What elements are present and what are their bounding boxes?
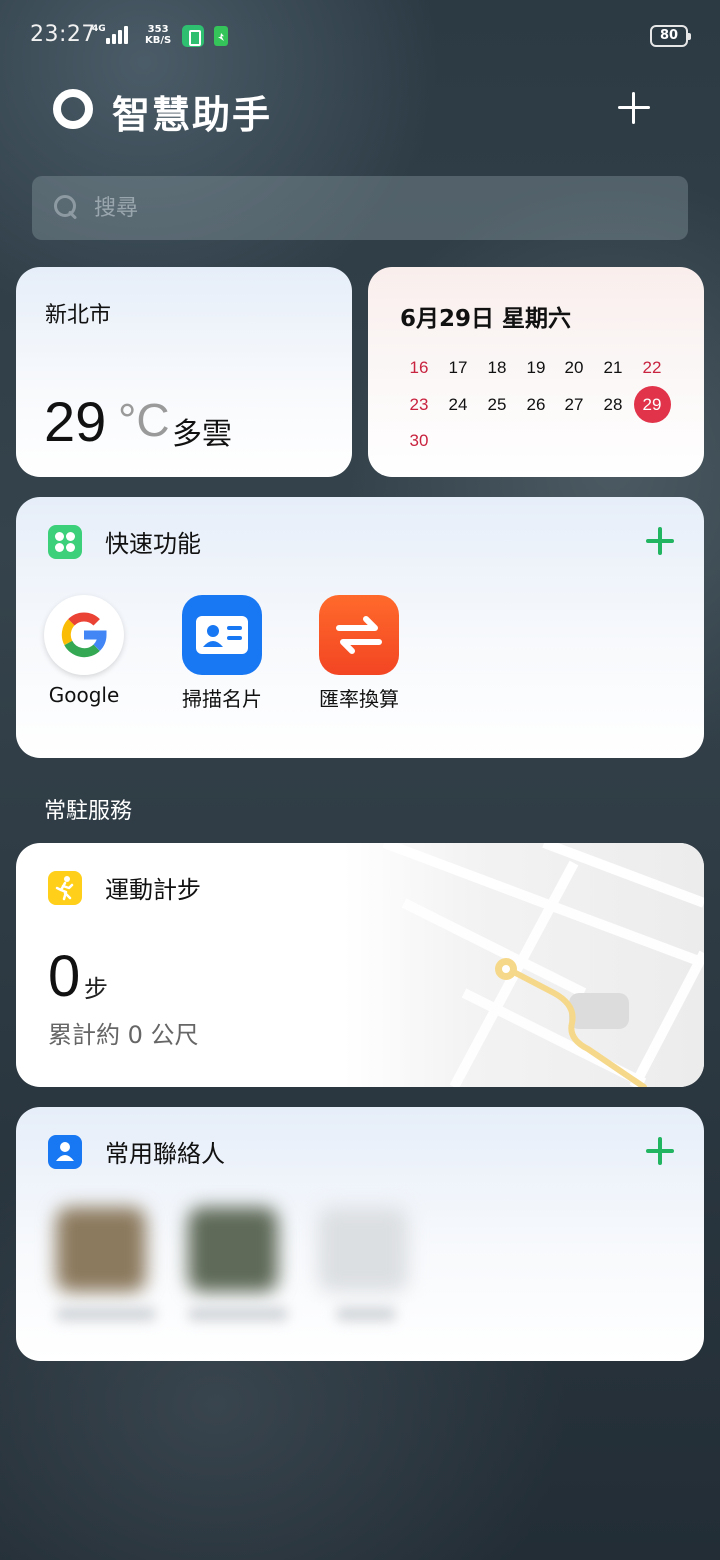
network-speed: 353 KB/S: [145, 24, 171, 46]
calendar-day[interactable]: 18: [478, 351, 516, 385]
phone-status-icon: [182, 25, 204, 47]
map-illustration: [344, 843, 704, 1087]
calendar-day[interactable]: 30: [400, 424, 438, 458]
frequent-contacts-title: 常用聯絡人: [105, 1140, 225, 1168]
contact-icon: [48, 1135, 82, 1169]
contact-name: [188, 1307, 288, 1321]
weather-card[interactable]: 新北市 29 °C 多雲: [16, 267, 352, 477]
network-speed-unit: KB/S: [145, 35, 172, 46]
add-contact-button[interactable]: [646, 1137, 674, 1165]
business-card-icon: [182, 595, 262, 675]
calendar-day[interactable]: 19: [517, 351, 555, 385]
weather-city: 新北市: [45, 303, 112, 328]
step-distance: 累計約 0 公尺: [48, 1021, 199, 1049]
calendar-day[interactable]: 24: [439, 388, 477, 422]
step-unit: 步: [84, 975, 108, 1003]
step-count: 0: [48, 944, 81, 1009]
contact-avatar[interactable]: [188, 1207, 278, 1292]
app-label: 掃描名片: [182, 687, 262, 711]
calendar-day-today[interactable]: 29: [633, 386, 671, 423]
page-title: 智慧助手: [112, 93, 273, 137]
google-icon: [44, 595, 124, 675]
calendar-day[interactable]: 16: [400, 351, 438, 385]
status-time: 23:27: [30, 22, 96, 47]
assistant-logo-icon: [53, 89, 93, 129]
search-input[interactable]: [94, 176, 674, 240]
app-exchange-rate[interactable]: 匯率換算: [299, 595, 419, 715]
weather-condition: 多雲: [172, 417, 232, 452]
calendar-day[interactable]: 21: [594, 351, 632, 385]
calendar-date-title: 6月29日 星期六: [400, 306, 572, 332]
calendar-day[interactable]: 20: [555, 351, 593, 385]
weather-temperature: 29: [44, 390, 107, 453]
calendar-day[interactable]: 27: [555, 388, 593, 422]
quick-functions-card: 快速功能 Google 掃描名片 匯率換算: [16, 497, 704, 758]
contact-name: [56, 1307, 156, 1321]
app-label: Google: [48, 683, 120, 707]
battery-saver-icon: [210, 25, 232, 47]
cellular-signal-icon: 4G: [92, 24, 140, 46]
contact-avatar[interactable]: [56, 1207, 146, 1292]
running-icon: [48, 871, 82, 905]
header: 智慧助手: [0, 80, 720, 140]
search-bar[interactable]: [32, 176, 688, 240]
battery-icon: 80: [650, 25, 691, 47]
contact-name: [336, 1307, 396, 1321]
step-counter-title: 運動計步: [105, 876, 201, 904]
calendar-day[interactable]: 26: [517, 388, 555, 422]
resident-services-heading: 常駐服務: [44, 799, 133, 824]
app-business-card-scan[interactable]: 掃描名片: [162, 595, 282, 715]
calendar-day[interactable]: 28: [594, 388, 632, 422]
status-bar: 23:27 4G 353 KB/S 80: [0, 0, 720, 72]
quick-functions-icon: [48, 525, 82, 559]
calendar-day[interactable]: 22: [633, 351, 671, 385]
quick-functions-title: 快速功能: [105, 530, 201, 558]
weather-unit: °C: [118, 394, 170, 446]
add-quick-function-button[interactable]: [646, 527, 674, 555]
step-counter-card[interactable]: 運動計步 0 步 累計約 0 公尺: [16, 843, 704, 1087]
calendar-day[interactable]: 23: [400, 388, 438, 422]
calendar-card[interactable]: 6月29日 星期六 16 17 18 19 20 21 22 23 24 25 …: [368, 267, 704, 477]
network-type: 4G: [92, 24, 106, 34]
calendar-day[interactable]: 17: [439, 351, 477, 385]
app-google[interactable]: Google: [24, 595, 144, 715]
add-widget-button[interactable]: [612, 86, 656, 130]
calendar-day[interactable]: 25: [478, 388, 516, 422]
contact-avatar[interactable]: [318, 1207, 408, 1292]
network-speed-value: 353: [147, 24, 169, 35]
frequent-contacts-card: 常用聯絡人: [16, 1107, 704, 1361]
app-label: 匯率換算: [319, 687, 399, 711]
search-icon: [54, 195, 80, 221]
exchange-icon: [319, 595, 399, 675]
